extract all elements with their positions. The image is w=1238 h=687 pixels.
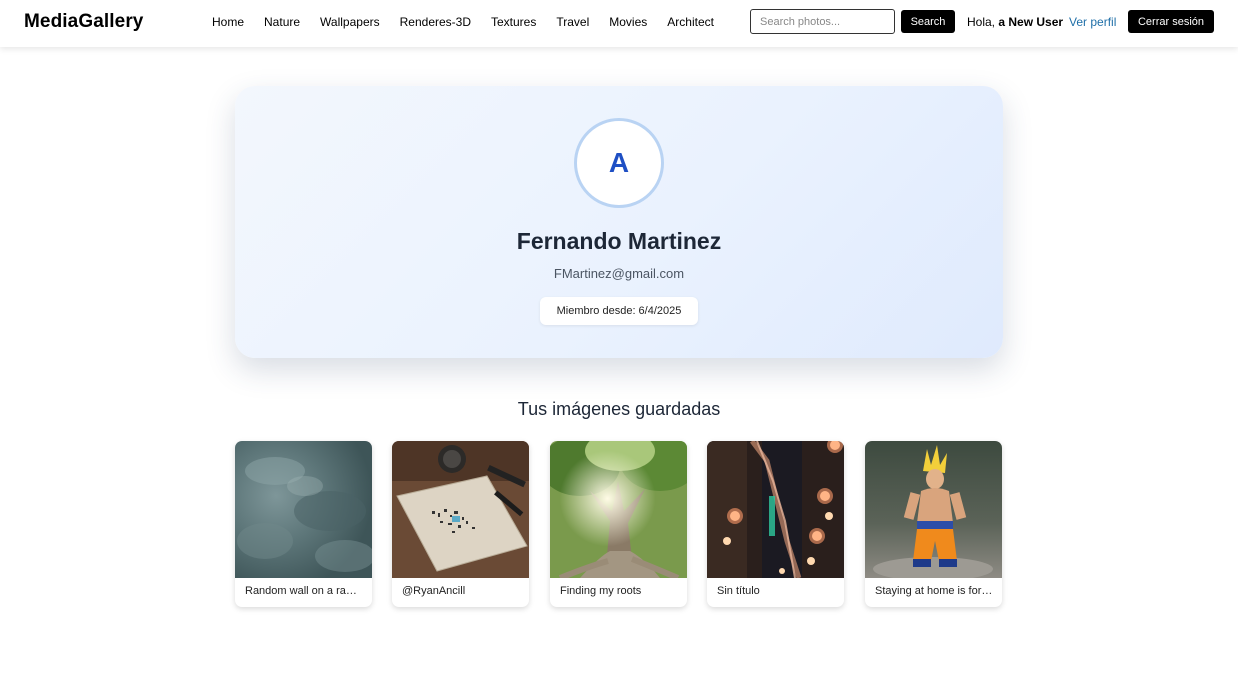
search-input[interactable] xyxy=(750,9,895,34)
tree-roots-photo xyxy=(550,441,687,578)
top-navbar: MediaGallery Home Nature Wallpapers Rend… xyxy=(0,0,1238,47)
brand-logo[interactable]: MediaGallery xyxy=(24,11,143,33)
logout-button[interactable]: Cerrar sesión xyxy=(1128,10,1214,33)
saved-images-title: Tus imágenes guardadas xyxy=(517,399,721,419)
saved-images-grid: Random wall on a random street @RyanAnci… xyxy=(235,441,1003,609)
card-caption: @RyanAncill xyxy=(402,585,466,597)
nav-link-home[interactable]: Home xyxy=(212,15,244,29)
goku-figure-photo xyxy=(865,441,1002,578)
profile-card: A Fernando Martinez FMartinez@gmail.com … xyxy=(235,86,1003,358)
avatar-initial: A xyxy=(608,147,630,178)
view-profile-link[interactable]: Ver perfil xyxy=(1069,15,1116,29)
profile-name: Fernando Martinez xyxy=(516,228,722,254)
card-caption: Random wall on a random street xyxy=(245,585,363,597)
user-greeting: Hola, a New User xyxy=(967,15,1063,29)
nav-link-travel[interactable]: Travel xyxy=(556,15,589,29)
search-button[interactable]: Search xyxy=(901,10,955,33)
nav-link-textures[interactable]: Textures xyxy=(491,15,536,29)
nav-link-wallpapers[interactable]: Wallpapers xyxy=(320,15,380,29)
textured-wall-photo xyxy=(235,441,372,578)
nav-links: Home Nature Wallpapers Renderes-3D Textu… xyxy=(212,15,734,29)
saved-image-card[interactable]: Sin título xyxy=(707,441,844,607)
card-caption: Finding my roots xyxy=(560,585,642,597)
avatar: A xyxy=(574,118,664,208)
desk-sketchbook-photo xyxy=(392,441,529,578)
greeting-prefix: Hola, xyxy=(967,15,999,29)
greeting-username: a New User xyxy=(998,15,1064,29)
nav-link-movies[interactable]: Movies xyxy=(609,15,647,29)
saved-image-card[interactable]: Staying at home is for the weak xyxy=(865,441,1002,607)
saved-image-card[interactable]: Random wall on a random street xyxy=(235,441,372,607)
card-caption: Staying at home is for the weak xyxy=(875,585,993,597)
saved-image-card[interactable]: @RyanAncill xyxy=(392,441,529,607)
nav-link-nature[interactable]: Nature xyxy=(264,15,300,29)
member-since-badge: Miembro desde: 6/4/2025 xyxy=(540,297,698,325)
city-lights-photo xyxy=(707,441,844,578)
saved-image-card[interactable]: Finding my roots xyxy=(550,441,687,607)
nav-link-architect[interactable]: Architect xyxy=(667,15,714,29)
card-caption: Sin título xyxy=(717,585,760,597)
nav-link-renderes-3d[interactable]: Renderes-3D xyxy=(400,15,471,29)
profile-email: FMartinez@gmail.com xyxy=(553,266,685,281)
